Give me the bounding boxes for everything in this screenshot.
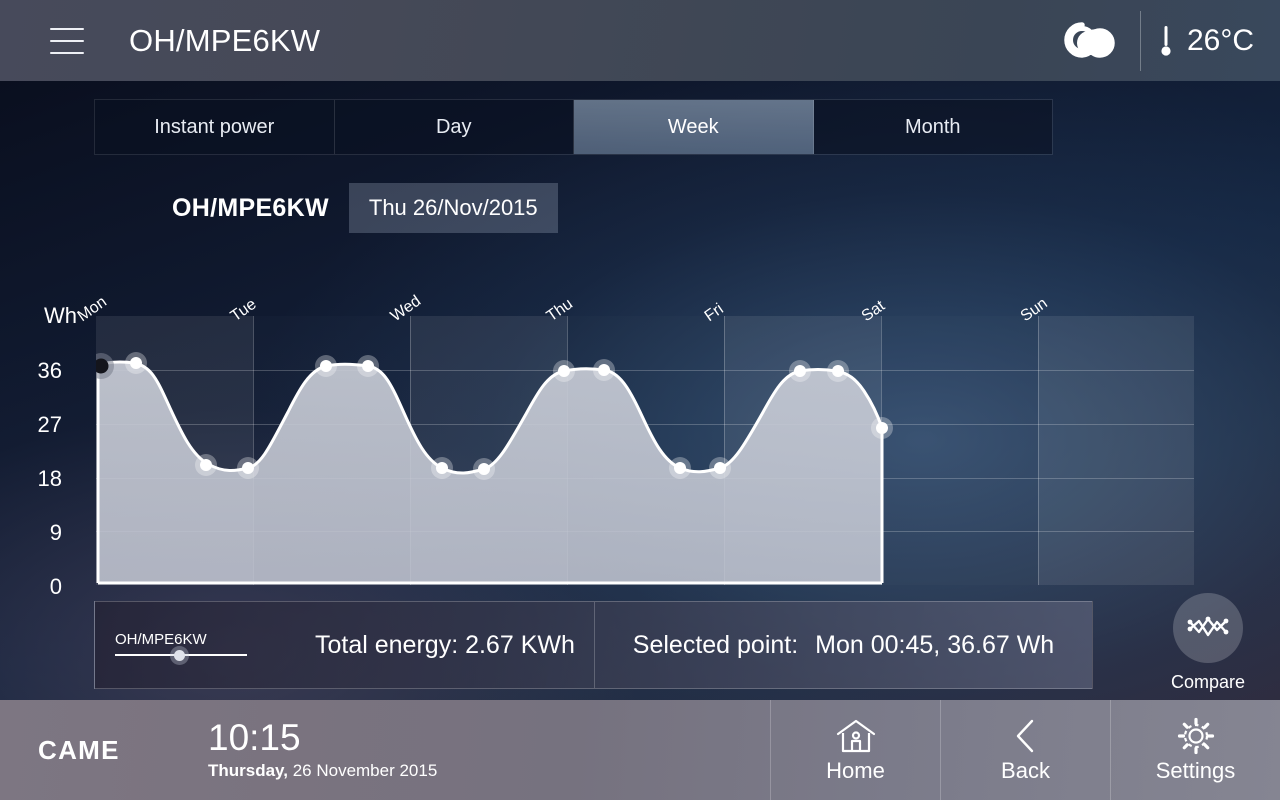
clock-date-value: 26 November 2015 xyxy=(287,760,438,780)
hamburger-bar xyxy=(50,39,84,42)
thermometer-icon xyxy=(1161,25,1171,56)
chart-legend[interactable]: OH/MPE6KW xyxy=(115,630,285,661)
home-icon xyxy=(835,716,877,756)
hamburger-bar xyxy=(50,27,84,30)
header-right-group: 26°C xyxy=(1048,0,1280,81)
home-icon-svg xyxy=(836,719,875,753)
temperature-value: 26°C xyxy=(1186,23,1254,57)
chevron-left-icon xyxy=(1011,716,1041,756)
selected-point-label: Selected point: xyxy=(632,630,799,659)
temperature-indicator[interactable]: 26°C xyxy=(1147,24,1280,58)
app-header: OH/MPE6KW 26°C xyxy=(0,0,1280,81)
hamburger-menu-icon[interactable] xyxy=(50,27,84,54)
header-divider xyxy=(1139,10,1141,71)
total-energy-label: Total energy: 2.67 KWh xyxy=(315,630,575,659)
legend-dot-icon xyxy=(174,649,185,661)
legend-label: OH/MPE6KW xyxy=(115,630,207,648)
cloud-icon[interactable] xyxy=(1048,0,1134,81)
period-tabs: Instant power Day Week Month xyxy=(94,99,1053,155)
selected-point-value: Mon 00:45, 36.67 Wh xyxy=(815,630,1055,659)
clock-weekday: Thursday, xyxy=(208,760,288,780)
footer-nav: Home Back Settings xyxy=(770,700,1280,800)
device-date-row: OH/MPE6KW Thu 26/Nov/2015 xyxy=(172,183,558,233)
clock-time: 10:15 xyxy=(208,717,301,759)
clock-block: 10:15 Thursday, 26 November 2015 xyxy=(208,717,437,781)
date-selector[interactable]: Thu 26/Nov/2015 xyxy=(348,183,558,233)
nav-back-label: Back xyxy=(1001,758,1050,783)
nav-home-button[interactable]: Home xyxy=(770,700,940,800)
nav-home-label: Home xyxy=(826,758,885,783)
tab-month[interactable]: Month xyxy=(813,100,1052,154)
hamburger-bar xyxy=(50,51,84,54)
compare-button[interactable]: Compare xyxy=(1164,593,1252,693)
legend-swatch xyxy=(115,649,285,661)
info-panel-left: OH/MPE6KW Total energy: 2.67 KWh xyxy=(95,602,595,688)
nav-settings-label: Settings xyxy=(1155,758,1236,783)
nav-back-button[interactable]: Back xyxy=(940,700,1110,800)
app-footer: CAME 10:15 Thursday, 26 November 2015 Ho… xyxy=(0,700,1280,800)
cloud-icon-svg xyxy=(1064,21,1115,58)
compare-button-label: Compare xyxy=(1170,672,1246,692)
chart-info-panel: OH/MPE6KW Total energy: 2.67 KWh Selecte… xyxy=(94,601,1093,689)
chevron-left-icon-svg xyxy=(1016,719,1033,753)
app-root: OH/MPE6KW 26°C Instant power Day Week Mo… xyxy=(0,0,1280,800)
tab-week[interactable]: Week xyxy=(574,100,814,154)
device-name-label: OH/MPE6KW xyxy=(172,193,329,222)
tab-instant-power[interactable]: Instant power xyxy=(95,100,335,154)
info-panel-right: Selected point: Mon 00:45, 36.67 Wh xyxy=(595,602,1092,688)
compare-chart-icon xyxy=(1187,616,1229,637)
selected-point-readout: Selected point: Mon 00:45, 36.67 Wh xyxy=(633,631,1054,660)
clock-date: Thursday, 26 November 2015 xyxy=(208,761,437,781)
compare-button-circle xyxy=(1173,593,1243,663)
page-title: OH/MPE6KW xyxy=(129,22,321,58)
tab-day[interactable]: Day xyxy=(334,100,574,154)
nav-settings-button[interactable]: Settings xyxy=(1110,700,1280,800)
gear-icon-svg xyxy=(1177,717,1214,755)
brand-logo: CAME xyxy=(38,734,120,765)
gear-icon xyxy=(1176,716,1216,756)
